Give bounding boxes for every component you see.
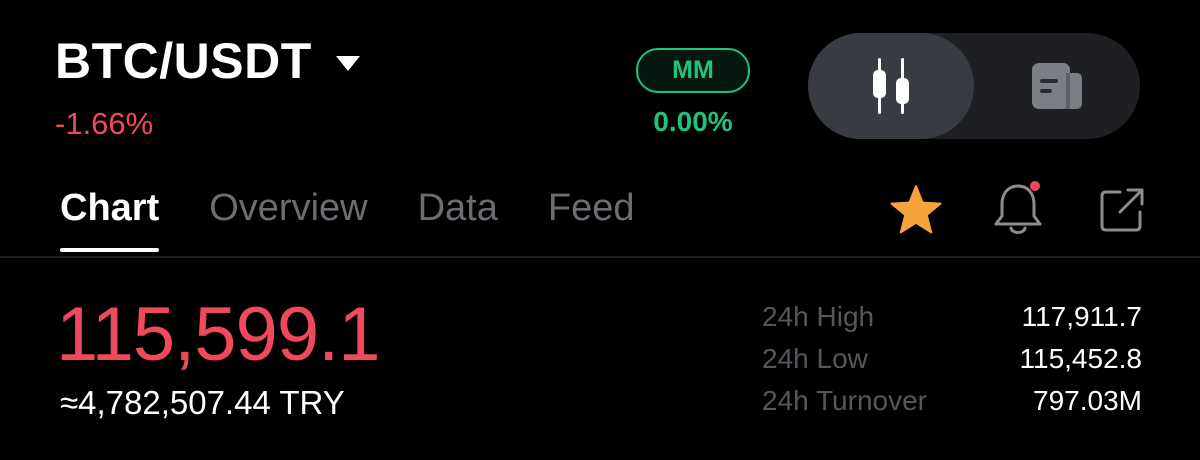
- tab-data[interactable]: Data: [418, 184, 498, 252]
- price-alert-button[interactable]: [988, 180, 1048, 240]
- tab-overview[interactable]: Overview: [209, 184, 367, 252]
- mm-badge[interactable]: MM: [636, 48, 750, 93]
- last-price: 115,599.1: [56, 292, 380, 377]
- chart-view-button[interactable]: [808, 33, 974, 139]
- stat-row-turnover: 24h Turnover 797.03M: [762, 380, 1142, 422]
- favorite-button[interactable]: [886, 180, 946, 240]
- tab-bar: Chart Overview Data Feed: [60, 184, 635, 252]
- tab-chart[interactable]: Chart: [60, 184, 160, 252]
- pair-selector[interactable]: BTC/USDT: [55, 30, 360, 92]
- share-button[interactable]: [1092, 180, 1152, 240]
- tab-feed[interactable]: Feed: [548, 184, 635, 252]
- pair-name: BTC/USDT: [55, 33, 312, 89]
- candlestick-chart-icon: [873, 58, 909, 114]
- stat-row-low: 24h Low 115,452.8: [762, 338, 1142, 380]
- mm-value: 0.00%: [653, 106, 733, 137]
- converted-price: ≈4,782,507.44 TRY: [60, 384, 345, 421]
- stat-row-high: 24h High 117,911.7: [762, 296, 1142, 338]
- bell-icon: [994, 181, 1042, 234]
- star-icon: [890, 185, 942, 234]
- price-change-percent: -1.66%: [55, 106, 154, 141]
- stat-label: 24h Turnover: [762, 385, 927, 416]
- stat-value: 117,911.7: [1021, 301, 1142, 332]
- external-link-icon: [1100, 188, 1144, 232]
- stat-value: 797.03M: [1033, 385, 1142, 416]
- stat-label: 24h High: [762, 301, 875, 332]
- alert-dot: [1030, 181, 1040, 191]
- stat-label: 24h Low: [762, 343, 868, 374]
- caret-down-icon: [335, 55, 360, 71]
- stat-value: 115,452.8: [1019, 343, 1143, 374]
- tabs-divider: [0, 256, 1200, 258]
- stats-panel: 24h High 117,911.7 24h Low 115,452.8 24h…: [762, 296, 1142, 422]
- view-toggle: [808, 33, 1140, 139]
- mm-label: MM: [672, 56, 714, 84]
- info-view-button[interactable]: [974, 33, 1140, 139]
- document-icon: [1032, 63, 1082, 109]
